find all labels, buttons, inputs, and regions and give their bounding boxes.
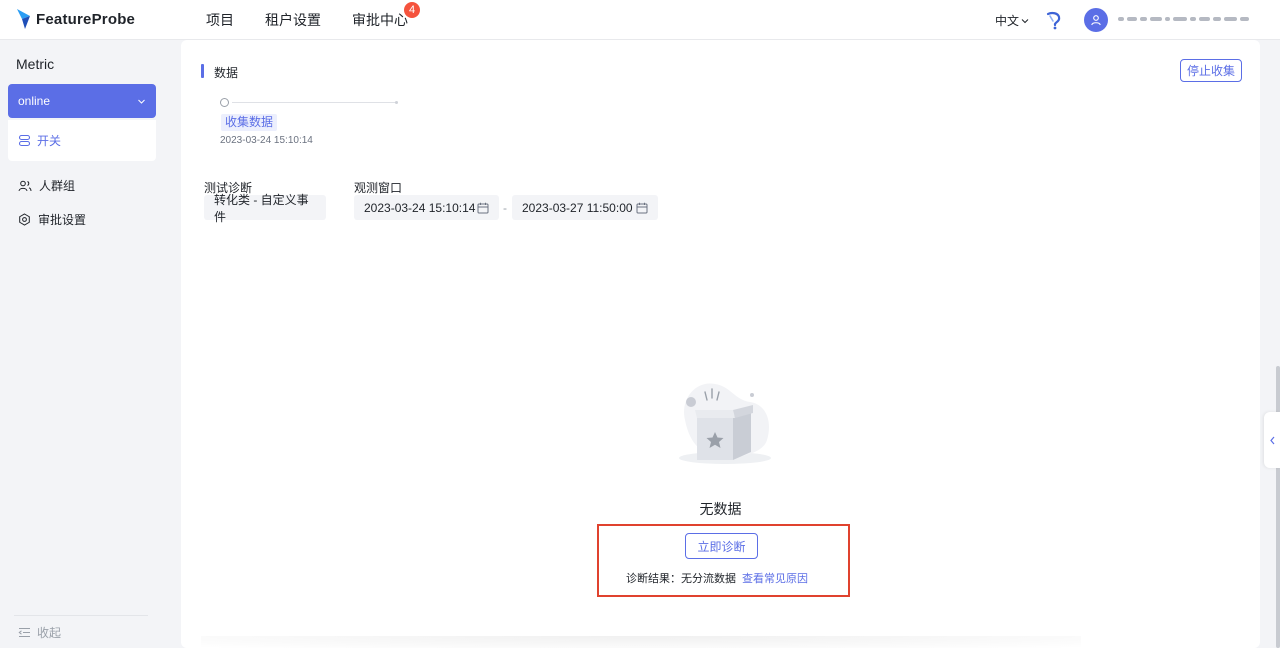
date-separator: - (503, 201, 507, 215)
sidebar-item-label: 开关 (37, 134, 62, 148)
sidebar-item-label: 人群组 (39, 179, 76, 193)
bottom-shadow (201, 636, 1081, 648)
user-icon (1091, 15, 1101, 26)
step-label: 收集数据 (221, 114, 278, 131)
common-reasons-link[interactable]: 查看常见原因 (742, 570, 808, 586)
empty-box-illustration (679, 383, 771, 464)
logo[interactable]: FeatureProbe (16, 8, 135, 30)
logo-text: FeatureProbe (36, 10, 136, 28)
chevron-down-icon (138, 99, 145, 104)
stop-collecting-button[interactable]: 停止收集 (1180, 59, 1242, 82)
sidebar-item-label: 审批设置 (38, 213, 87, 227)
nav-item-tenant-settings[interactable]: 租户设置 (265, 10, 321, 30)
gear-icon (19, 213, 30, 226)
sidebar-title: Metric (16, 56, 55, 72)
nav-item-approval-label: 审批中心 (352, 12, 408, 28)
help-icon[interactable] (1044, 10, 1064, 30)
environment-select[interactable]: online (8, 84, 156, 118)
scrollbar[interactable] (1276, 366, 1280, 648)
start-date-picker[interactable]: 2023-03-24 15:10:14 (354, 195, 499, 220)
start-date-value: 2023-03-24 15:10:14 (364, 200, 476, 215)
no-data-text: 无数据 (699, 501, 742, 517)
step-indicator (220, 98, 229, 107)
sidebar-item-segments[interactable]: 人群组 (18, 177, 75, 194)
sidebar: Metric online 开关 人群组 审批设置 收起 (0, 40, 170, 648)
toggle-icon (18, 134, 31, 147)
environment-select-value: online (18, 94, 51, 108)
language-label: 中文 (995, 14, 1020, 28)
chevron-left-icon (1269, 436, 1274, 444)
logo-icon (17, 9, 30, 29)
sidebar-item-approval-settings[interactable]: 审批设置 (18, 211, 86, 228)
test-diagnosis-value: 转化类 - 自定义事件 (204, 193, 326, 224)
step-time: 2023-03-24 15:10:14 (220, 135, 313, 146)
chevron-down-icon (1021, 18, 1029, 23)
calendar-icon (636, 202, 648, 213)
users-icon (18, 180, 32, 191)
end-date-value: 2023-03-27 11:50:00 (522, 200, 633, 215)
collapse-icon (18, 627, 30, 638)
diagnosis-result-text: 诊断结果：无分流数据 (626, 573, 736, 585)
approval-count-badge: 4 (404, 2, 420, 18)
side-panel-toggle[interactable] (1264, 412, 1280, 468)
sidebar-divider (14, 615, 148, 616)
diagnosis-result: 诊断结果：无分流数据 查看常见原因 (626, 570, 808, 586)
sidebar-collapse-button[interactable]: 收起 (18, 624, 61, 641)
sidebar-collapse-label: 收起 (37, 626, 62, 640)
section-title-bar (201, 64, 204, 78)
observation-window-label: 观测窗口 (354, 181, 403, 195)
user-avatar[interactable] (1084, 8, 1108, 32)
main-card: 数据 停止收集 收集数据 2023-03-24 15:10:14 测试诊断 转化… (181, 40, 1260, 648)
nav-item-approval-center[interactable]: 审批中心 4 (352, 2, 420, 30)
sidebar-item-toggles[interactable]: 开关 (8, 120, 156, 161)
nav-item-projects[interactable]: 项目 (206, 10, 234, 30)
diagnose-now-button[interactable]: 立即诊断 (685, 533, 758, 559)
step-line (232, 101, 398, 104)
end-date-picker[interactable]: 2023-03-27 11:50:00 (512, 195, 658, 220)
calendar-icon (477, 202, 489, 213)
top-navbar: FeatureProbe 项目 租户设置 审批中心 4 中文 (0, 0, 1280, 40)
main-nav: 项目 租户设置 审批中心 4 (206, 0, 420, 40)
language-switcher[interactable]: 中文 (995, 12, 1029, 29)
username-redacted[interactable] (1118, 12, 1262, 26)
section-title: 数据 (214, 66, 239, 80)
